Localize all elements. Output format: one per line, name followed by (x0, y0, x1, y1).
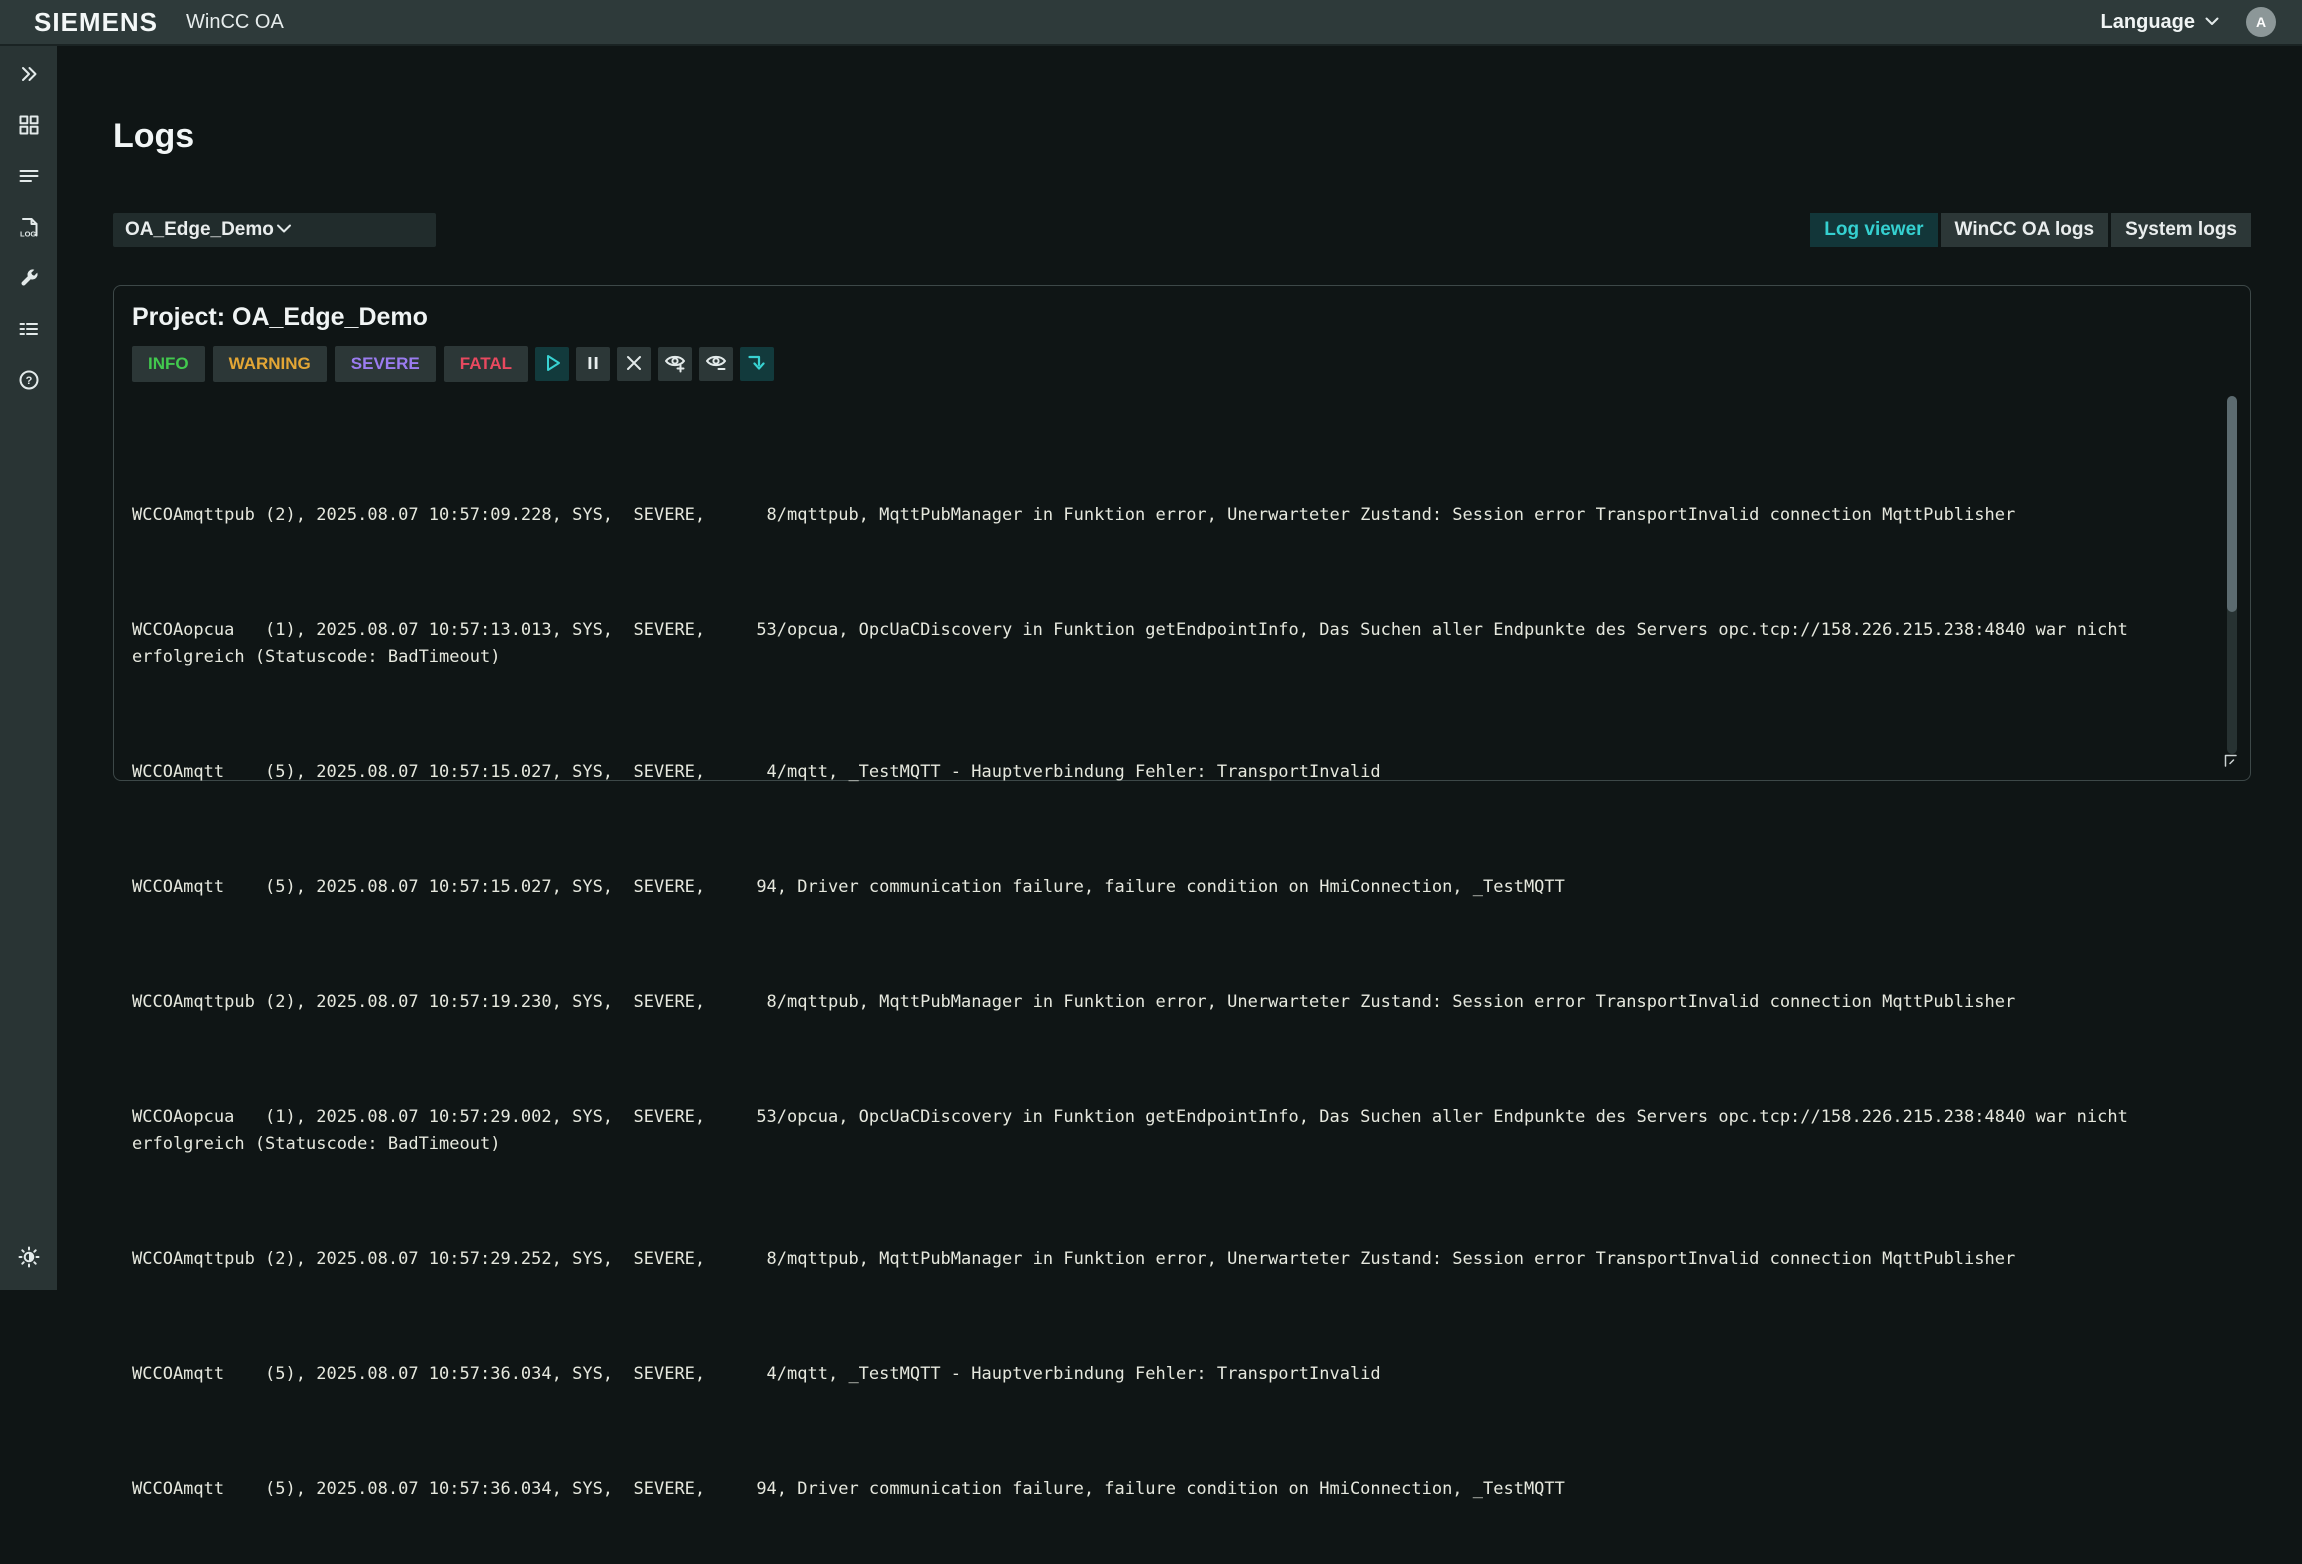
language-label: Language (2101, 11, 2195, 34)
eye-minus-icon (704, 351, 728, 378)
severity-filter-button[interactable]: SEVERE (335, 346, 436, 382)
scrollbar-thumb[interactable] (2227, 396, 2237, 612)
log-scrollbar[interactable] (2227, 396, 2237, 754)
play-button[interactable] (535, 347, 569, 381)
sidebar: LOG ? (0, 46, 57, 1290)
avatar-initial: A (2256, 14, 2266, 30)
log-source-tabs: Log viewer WinCC OA logs System logs (1810, 213, 2251, 247)
topbar-right: Language A (2101, 7, 2276, 37)
log-entry: WCCOAmqttpub (2), 2025.08.07 10:57:29.25… (132, 1246, 2206, 1273)
resize-handle-icon[interactable] (2224, 754, 2239, 769)
sidebar-item-help[interactable]: ? (9, 360, 49, 400)
log-entry: WCCOAmqttpub (2), 2025.08.07 10:57:09.22… (132, 502, 2206, 529)
log-panel: Project: OA_Edge_Demo INFO WARNING SEVER… (113, 285, 2251, 781)
pause-button[interactable] (576, 347, 610, 381)
brightness-icon (18, 1246, 40, 1268)
svg-text:LOG: LOG (20, 230, 36, 239)
svg-text:?: ? (25, 375, 32, 387)
log-file-icon: LOG (18, 216, 40, 238)
watch-add-button[interactable] (658, 347, 692, 381)
tab[interactable]: Log viewer (1810, 213, 1937, 247)
project-select-value: OA_Edge_Demo (125, 219, 275, 241)
arrow-turn-down-icon (745, 351, 769, 378)
app-title: WinCC OA (186, 11, 284, 34)
list-icon (18, 318, 40, 340)
double-chevron-right-icon (18, 63, 40, 85)
panel-title: Project: OA_Edge_Demo (132, 302, 2250, 332)
severity-filter-button[interactable]: WARNING (213, 346, 327, 382)
theme-toggle-button[interactable] (9, 1237, 49, 1277)
sidebar-item-list[interactable] (9, 309, 49, 349)
chevron-down-icon (275, 219, 425, 241)
log-entry: WCCOAmqttpub (2), 2025.08.07 10:57:19.23… (132, 989, 2206, 1016)
controls-row: OA_Edge_Demo Log viewer WinCC OA logs Sy… (113, 213, 2251, 247)
topbar: SIEMENS WinCC OA Language A (0, 0, 2302, 46)
wrench-icon (18, 267, 40, 289)
page-title: Logs (113, 118, 2302, 154)
sidebar-item-dashboard[interactable] (9, 105, 49, 145)
question-circle-icon: ? (18, 369, 40, 391)
log-entry: WCCOAmqtt (5), 2025.08.07 10:57:15.027, … (132, 759, 2206, 786)
sidebar-item-menu[interactable] (9, 156, 49, 196)
watch-remove-button[interactable] (699, 347, 733, 381)
close-icon (622, 351, 646, 378)
grid-icon (18, 114, 40, 136)
tab[interactable]: System logs (2111, 213, 2251, 247)
main-content: Logs OA_Edge_Demo Log viewer WinCC OA lo… (57, 46, 2302, 1290)
eye-plus-icon (663, 351, 687, 378)
tab[interactable]: WinCC OA logs (1941, 213, 2109, 247)
sidebar-item-tools[interactable] (9, 258, 49, 298)
log-entry: WCCOAopcua (1), 2025.08.07 10:57:29.002,… (132, 1104, 2206, 1158)
log-toolbar: INFO WARNING SEVERE FATAL (132, 346, 2250, 382)
scroll-to-end-button[interactable] (740, 347, 774, 381)
chevron-down-icon (2204, 11, 2220, 34)
severity-filter-button[interactable]: INFO (132, 346, 205, 382)
lines-icon (18, 165, 40, 187)
log-output: WCCOAmqttpub (2), 2025.08.07 10:57:09.22… (132, 394, 2206, 1564)
log-entry: WCCOAmqtt (5), 2025.08.07 10:57:36.034, … (132, 1361, 2206, 1388)
severity-filter-button[interactable]: FATAL (444, 346, 528, 382)
log-entry: WCCOAmqtt (5), 2025.08.07 10:57:15.027, … (132, 874, 2206, 901)
siemens-logo: SIEMENS (34, 7, 158, 38)
play-icon (540, 351, 564, 378)
avatar[interactable]: A (2246, 7, 2276, 37)
language-menu[interactable]: Language (2101, 11, 2220, 34)
severity-filters: INFO WARNING SEVERE FATAL (132, 346, 528, 382)
sidebar-item-expand[interactable] (9, 54, 49, 94)
log-entry: WCCOAopcua (1), 2025.08.07 10:57:13.013,… (132, 617, 2206, 671)
sidebar-item-logs[interactable]: LOG (9, 207, 49, 247)
pause-icon (581, 351, 605, 378)
clear-button[interactable] (617, 347, 651, 381)
project-select[interactable]: OA_Edge_Demo (113, 213, 436, 247)
log-entry: WCCOAmqtt (5), 2025.08.07 10:57:36.034, … (132, 1476, 2206, 1503)
